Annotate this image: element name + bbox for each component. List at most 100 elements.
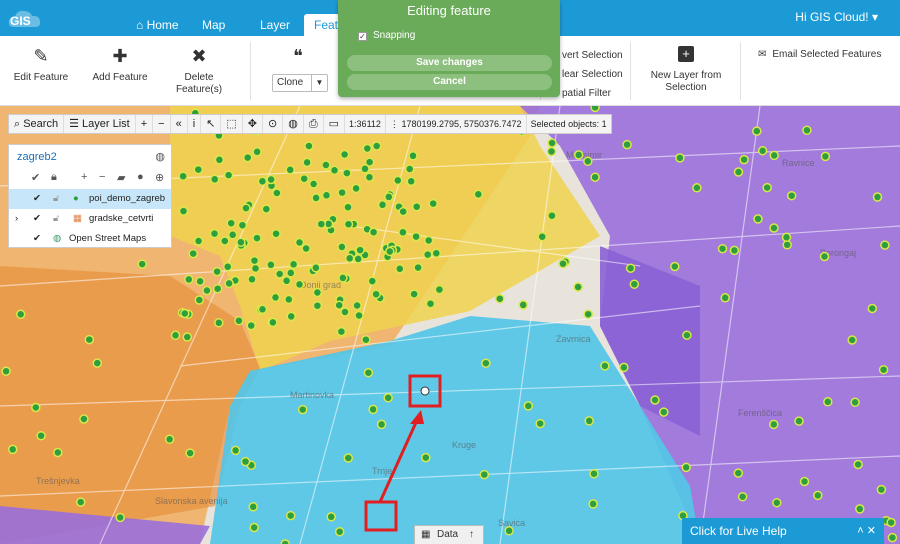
print-button[interactable]: ⎙ — [304, 115, 324, 133]
poi-point[interactable] — [188, 248, 198, 259]
poi-point[interactable] — [404, 164, 415, 174]
poi-point[interactable] — [297, 404, 308, 415]
poi-point[interactable] — [802, 125, 812, 136]
poi-point[interactable] — [546, 146, 557, 157]
poi-point[interactable] — [294, 279, 305, 290]
poi-point[interactable] — [249, 255, 260, 266]
poi-point[interactable] — [234, 315, 244, 326]
poi-point[interactable] — [600, 361, 610, 371]
poi-point[interactable] — [220, 236, 230, 246]
poi-point[interactable] — [311, 193, 321, 203]
poi-point[interactable] — [337, 187, 347, 198]
poi-point[interactable] — [224, 278, 234, 289]
poi-point[interactable] — [794, 416, 804, 426]
poi-point[interactable] — [240, 456, 251, 467]
poi-point[interactable] — [334, 526, 345, 537]
poi-point[interactable] — [622, 139, 632, 150]
layer-list-button[interactable]: ☰ Layer List — [64, 115, 136, 133]
poi-point[interactable] — [681, 462, 691, 473]
poi-point[interactable] — [481, 358, 491, 368]
poi-point[interactable] — [274, 269, 285, 279]
poi-point[interactable] — [15, 309, 26, 320]
add-layer-icon[interactable]: + — [81, 171, 87, 183]
poi-point[interactable] — [353, 254, 363, 264]
poi-point[interactable] — [1, 366, 11, 376]
poi-point[interactable] — [312, 300, 323, 311]
poi-point[interactable] — [547, 138, 557, 148]
poi-point[interactable] — [729, 245, 740, 256]
poi-point[interactable] — [362, 143, 373, 154]
poi-point[interactable] — [281, 276, 292, 286]
snapping-checkbox[interactable]: ✓ — [358, 32, 367, 41]
poi-point[interactable] — [733, 167, 744, 177]
poi-point[interactable] — [408, 151, 418, 161]
poi-point[interactable] — [573, 150, 584, 160]
poi-point[interactable] — [195, 276, 205, 287]
poi-point[interactable] — [178, 206, 189, 216]
poi-point[interactable] — [237, 220, 248, 230]
poi-point[interactable] — [434, 284, 445, 295]
poi-point[interactable] — [737, 491, 748, 502]
poi-point[interactable] — [847, 335, 857, 345]
pan-button[interactable]: ✥ — [243, 115, 263, 133]
poi-point[interactable] — [583, 156, 593, 167]
poi-point[interactable] — [853, 459, 863, 470]
poi-point[interactable] — [535, 418, 545, 429]
poi-point[interactable] — [343, 202, 353, 212]
poi-point[interactable] — [342, 168, 352, 178]
poi-point[interactable] — [757, 146, 768, 156]
poi-point[interactable] — [368, 404, 378, 415]
select-pointer-button[interactable]: ↖ — [201, 115, 222, 133]
poi-point[interactable] — [769, 223, 779, 233]
zoom-in-button[interactable]: + — [136, 115, 154, 133]
poi-point[interactable] — [252, 147, 262, 157]
zoom-to-layer-icon[interactable]: ⊕ — [155, 171, 164, 184]
poi-point[interactable] — [558, 258, 568, 269]
unlock-icon[interactable]: 🔓︎ — [53, 189, 59, 209]
poi-point[interactable] — [393, 175, 403, 186]
poi-point[interactable] — [850, 397, 860, 408]
poi-point[interactable] — [308, 179, 319, 189]
poi-point[interactable] — [285, 165, 295, 175]
poi-point[interactable] — [733, 468, 744, 478]
poi-point[interactable] — [271, 228, 281, 239]
poi-point[interactable] — [343, 219, 354, 229]
poi-point[interactable] — [252, 233, 262, 243]
expand-chevron-icon[interactable]: › — [15, 209, 18, 229]
poi-point[interactable] — [226, 218, 236, 228]
poi-point[interactable] — [384, 192, 394, 202]
clear-selection-button[interactable]: lear Selection — [562, 69, 623, 80]
poi-point[interactable] — [214, 155, 225, 165]
poi-point[interactable] — [584, 416, 594, 426]
poi-point[interactable] — [182, 332, 193, 342]
check-all-icon[interactable]: ✔ — [31, 171, 40, 184]
poi-point[interactable] — [84, 334, 95, 345]
poi-point[interactable] — [619, 362, 629, 373]
box-select-button[interactable]: ⬚ — [221, 115, 243, 133]
poi-point[interactable] — [222, 261, 233, 272]
poi-point[interactable] — [364, 157, 375, 167]
tab-layer[interactable]: Layer — [250, 14, 300, 36]
clone-icon-button[interactable]: ❝ — [283, 46, 313, 72]
snapping-toggle[interactable]: ✓ Snapping — [358, 30, 415, 41]
poi-point[interactable] — [266, 260, 276, 270]
poi-point[interactable] — [257, 304, 268, 315]
poi-point[interactable] — [398, 206, 408, 217]
poi-point[interactable] — [547, 210, 557, 221]
poi-point[interactable] — [878, 364, 889, 375]
poi-point[interactable] — [185, 448, 195, 458]
poi-point[interactable] — [479, 469, 490, 480]
poi-point[interactable] — [249, 522, 259, 533]
poi-point[interactable] — [334, 300, 344, 310]
poi-point[interactable] — [753, 214, 763, 224]
poi-point[interactable] — [820, 151, 831, 162]
poi-point[interactable] — [625, 263, 636, 273]
poi-point[interactable] — [212, 266, 222, 277]
poi-point[interactable] — [717, 243, 728, 254]
new-layer-from-selection-button[interactable]: + New Layer from Selection — [648, 46, 724, 94]
poi-point[interactable] — [385, 246, 395, 257]
poi-point[interactable] — [588, 499, 598, 509]
save-changes-button[interactable]: Save changes — [347, 55, 552, 71]
map-name[interactable]: zagreb2 — [17, 151, 57, 163]
edit-feature-button[interactable]: ✎ Edit Feature — [10, 46, 72, 84]
